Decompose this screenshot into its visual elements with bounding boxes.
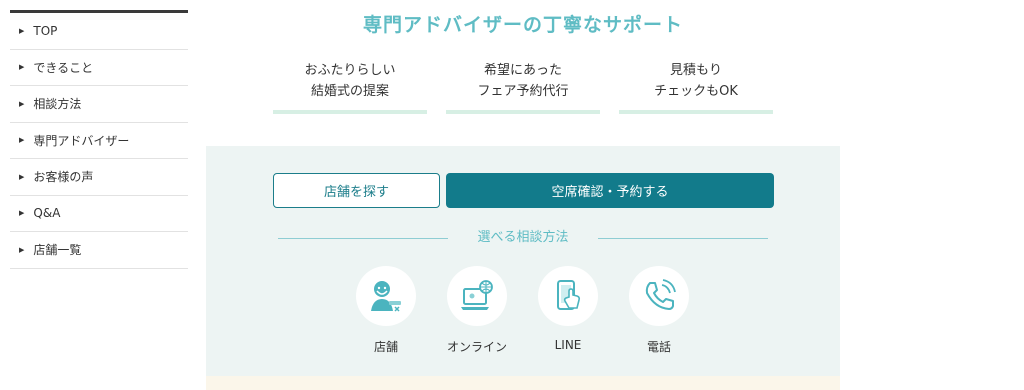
feature-line: 希望にあった (483, 63, 562, 78)
method-online[interactable]: オンライン (442, 266, 512, 355)
triangle-right-icon: ▶ (19, 172, 25, 181)
sidebar-item-label: お客様の声 (33, 170, 94, 185)
method-icon-circle (447, 266, 507, 326)
method-phone[interactable]: 電話 (624, 266, 694, 355)
laptop-globe-icon (461, 280, 493, 310)
feature-list: おふたりらしい 結婚式の提案 希望にあった フェア予約代行 見積もり チェックも… (273, 60, 773, 114)
sidebar-nav: ▶ TOP ▶ できること ▶ 相談方法 ▶ 専門アドバイザー ▶ お客様の声 … (10, 10, 188, 269)
triangle-right-icon: ▶ (19, 26, 25, 35)
find-store-button[interactable]: 店舗を探す (273, 173, 440, 208)
sidebar-item-consult-methods[interactable]: ▶ 相談方法 (10, 86, 188, 123)
sidebar-item-store-list[interactable]: ▶ 店舗一覧 (10, 232, 188, 269)
feature-line: おふたりらしい (304, 63, 396, 78)
sidebar-item-faq[interactable]: ▶ Q&A (10, 196, 188, 232)
consult-methods-heading: 選べる相談方法 (278, 228, 768, 248)
sidebar-item-advisors[interactable]: ▶ 専門アドバイザー (10, 123, 188, 159)
consultant-icon (371, 281, 401, 312)
method-icon-circle (538, 266, 598, 326)
sidebar-item-label: TOP (33, 23, 58, 38)
sidebar-item-top[interactable]: ▶ TOP (10, 13, 188, 50)
feature-line: 結婚式の提案 (310, 84, 389, 99)
method-store[interactable]: 店舗 (351, 266, 421, 355)
consultation-panel: 店舗を探す 空席確認・予約する 選べる相談方法 店舗 オンライン LINE 電話 (206, 146, 840, 376)
triangle-right-icon: ▶ (19, 63, 25, 72)
feature-item: おふたりらしい 結婚式の提案 (273, 60, 427, 114)
phone-icon (645, 279, 676, 310)
sidebar-item-label: 相談方法 (33, 97, 82, 112)
method-icon-circle (629, 266, 689, 326)
sidebar-item-features[interactable]: ▶ できること (10, 50, 188, 86)
method-label: 店舗 (373, 340, 398, 354)
smartphone-tap-icon (557, 280, 581, 310)
method-label: オンライン (446, 340, 507, 354)
feature-line: チェックもOK (654, 84, 738, 99)
triangle-right-icon: ▶ (19, 245, 25, 254)
feature-line: 見積もり (669, 63, 722, 78)
triangle-right-icon: ▶ (19, 136, 25, 145)
divider-line-right (598, 238, 768, 239)
reserve-button[interactable]: 空席確認・予約する (446, 173, 774, 208)
triangle-right-icon: ▶ (19, 99, 25, 108)
method-label: LINE (554, 338, 582, 352)
sidebar-item-label: できること (33, 60, 94, 75)
method-line[interactable]: LINE (533, 266, 603, 352)
method-label: 電話 (646, 340, 671, 354)
next-section-edge (206, 376, 840, 390)
triangle-right-icon: ▶ (19, 209, 25, 218)
feature-item: 希望にあった フェア予約代行 (446, 60, 600, 114)
sidebar-item-testimonials[interactable]: ▶ お客様の声 (10, 159, 188, 196)
sidebar-item-label: 店舗一覧 (33, 243, 82, 258)
method-icon-circle (356, 266, 416, 326)
section-title: 専門アドバイザーの丁寧なサポート (362, 14, 683, 36)
feature-item: 見積もり チェックもOK (619, 60, 773, 114)
feature-line: フェア予約代行 (477, 84, 569, 99)
sidebar-item-label: Q&A (33, 206, 61, 221)
sidebar-item-label: 専門アドバイザー (33, 133, 130, 148)
